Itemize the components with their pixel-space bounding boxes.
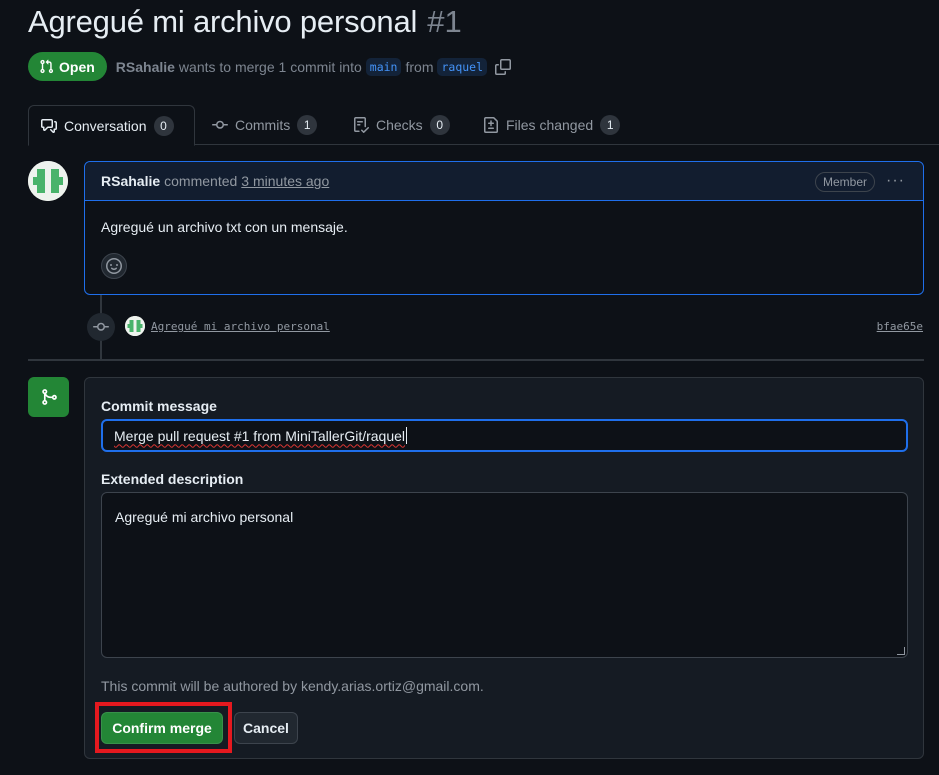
resize-handle-icon[interactable] [897, 647, 905, 655]
pr-number: #1 [427, 4, 462, 39]
comment-author[interactable]: RSahalie [101, 173, 160, 189]
comment-body: Agregué un archivo txt con un mensaje. [101, 219, 348, 235]
copy-icon[interactable] [495, 58, 512, 75]
commit-author-note: This commit will be authored by kendy.ar… [101, 678, 484, 694]
pr-title: Agregué mi archivo personal [28, 4, 418, 39]
tab-checks[interactable]: Checks 0 [341, 105, 462, 145]
commit-message-value: Merge pull request #1 from MiniTallerGit… [114, 427, 406, 444]
tab-counter: 0 [153, 115, 174, 136]
pr-tabs: Conversation 0 Commits 1 Checks 0 Files … [28, 105, 939, 146]
file-diff-icon [484, 117, 498, 133]
tab-files-changed[interactable]: Files changed 1 [471, 105, 632, 145]
tab-label: Commits [235, 117, 291, 133]
pr-title-row: Agregué mi archivo personal #1 [28, 4, 462, 46]
pr-meta: Open RSahalie wants to merge 1 commit in… [28, 52, 512, 81]
commit-message-link[interactable]: Agregué mi archivo personal [151, 320, 330, 333]
pr-author-link[interactable]: RSahalie [116, 59, 175, 75]
merge-summary: RSahalie wants to merge 1 commit into ma… [116, 57, 512, 76]
merge-status-icon-box [28, 377, 69, 417]
avatar[interactable] [28, 161, 68, 201]
more-options-icon[interactable]: ··· [886, 172, 905, 190]
checklist-icon [354, 117, 369, 133]
add-reaction-button[interactable] [101, 253, 127, 279]
cancel-button[interactable]: Cancel [234, 712, 298, 744]
tab-conversation[interactable]: Conversation 0 [28, 105, 195, 146]
git-commit-icon [212, 120, 228, 129]
comment-timestamp[interactable]: 3 minutes ago [241, 173, 329, 189]
role-badge: Member [814, 172, 875, 192]
commit-author-avatar[interactable] [125, 316, 145, 336]
from-text: from [405, 58, 434, 75]
comment-box: RSahalie commented 3 minutes ago Member … [84, 161, 924, 295]
timeline-divider [28, 359, 924, 361]
comment-discussion-icon [41, 118, 57, 133]
commit-message-input[interactable]: Merge pull request #1 from MiniTallerGit… [101, 419, 908, 452]
git-commit-icon [87, 313, 115, 341]
confirm-merge-highlight [95, 702, 232, 753]
commit-sha-link[interactable]: bfae65e [877, 320, 923, 333]
extended-description-textarea[interactable]: Agregué mi archivo personal [101, 492, 908, 658]
state-badge: Open [28, 52, 107, 81]
tab-counter: 1 [600, 115, 621, 135]
state-label: Open [59, 58, 95, 75]
extended-description-label: Extended description [101, 471, 244, 487]
extended-description-value: Agregué mi archivo personal [115, 509, 294, 525]
base-branch[interactable]: main [365, 57, 402, 76]
git-merge-icon [41, 389, 57, 405]
head-branch[interactable]: raquel [437, 57, 488, 76]
tab-label: Files changed [506, 117, 594, 133]
merge-text: wants to merge 1 commit into [178, 58, 362, 75]
tab-commits[interactable]: Commits 1 [200, 105, 329, 145]
tab-counter: 1 [297, 115, 318, 135]
git-pull-request-icon [40, 59, 54, 74]
comment-verb: commented [164, 173, 238, 189]
tab-label: Checks [376, 117, 423, 133]
comment-header: RSahalie commented 3 minutes ago Member … [85, 162, 923, 201]
tab-counter: 0 [429, 115, 450, 135]
tab-label: Conversation [64, 117, 147, 134]
smiley-icon [106, 258, 122, 274]
text-caret [406, 427, 408, 444]
commit-message-label: Commit message [101, 398, 217, 414]
